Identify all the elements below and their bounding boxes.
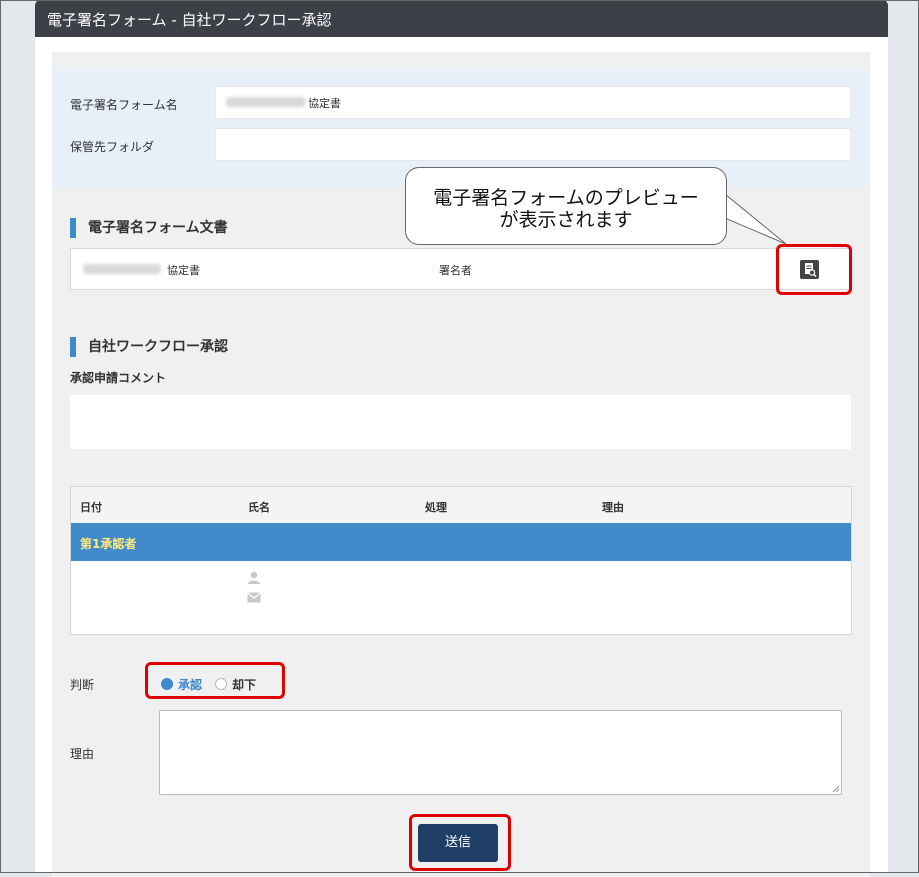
comment-box [70, 395, 851, 449]
form-name-value: 協定書 [308, 97, 341, 110]
resize-handle-icon[interactable] [832, 785, 840, 793]
redacted-text [226, 97, 306, 107]
window-title: 電子署名フォーム - 自社ワークフロー承認 [47, 11, 332, 29]
form-name-label: 電子署名フォーム名 [70, 98, 178, 112]
approver-group-row: 第1承認者 [71, 523, 851, 561]
form-name-field[interactable]: 協定書 [215, 86, 851, 119]
submit-highlight [409, 814, 511, 871]
approver-group-label: 第1承認者 [80, 537, 137, 551]
column-header-reason: 理由 [602, 501, 624, 514]
callout-line-2: が表示されます [499, 209, 633, 231]
folder-label: 保管先フォルダ [70, 140, 155, 154]
column-header-date: 日付 [80, 501, 102, 514]
redacted-text [83, 264, 161, 274]
app-window: 電子署名フォーム - 自社ワークフロー承認 電子署名フォーム名 協定書 保管先フ… [35, 0, 888, 877]
decision-label: 判断 [70, 678, 95, 692]
document-row: 協定書 署名者 [70, 248, 851, 290]
comment-label: 承認申請コメント [70, 371, 167, 385]
folder-field[interactable] [215, 128, 851, 161]
column-header-name: 氏名 [248, 501, 270, 514]
callout-pointer [720, 189, 787, 245]
preview-highlight [776, 244, 852, 295]
document-name: 協定書 [167, 264, 200, 277]
workflow-section-title: 自社ワークフロー承認 [70, 337, 228, 357]
decision-highlight [145, 662, 285, 699]
user-icon [247, 571, 261, 588]
reason-textarea[interactable] [159, 710, 842, 795]
callout-balloon: 電子署名フォームのプレビュー が表示されます [405, 167, 727, 245]
title-bar: 電子署名フォーム - 自社ワークフロー承認 [35, 0, 888, 37]
workflow-panel: 自社ワークフロー承認 承認申請コメント 日付 氏名 処理 理由 第1承認者 判断… [52, 317, 870, 877]
mail-icon [247, 592, 261, 606]
document-section-title: 電子署名フォーム文書 [70, 218, 228, 238]
approval-table: 日付 氏名 処理 理由 第1承認者 [70, 486, 852, 635]
table-header: 日付 氏名 処理 理由 [71, 487, 851, 523]
column-header-action: 処理 [425, 501, 447, 514]
signer-label: 署名者 [439, 264, 472, 277]
reason-label: 理由 [70, 747, 95, 761]
